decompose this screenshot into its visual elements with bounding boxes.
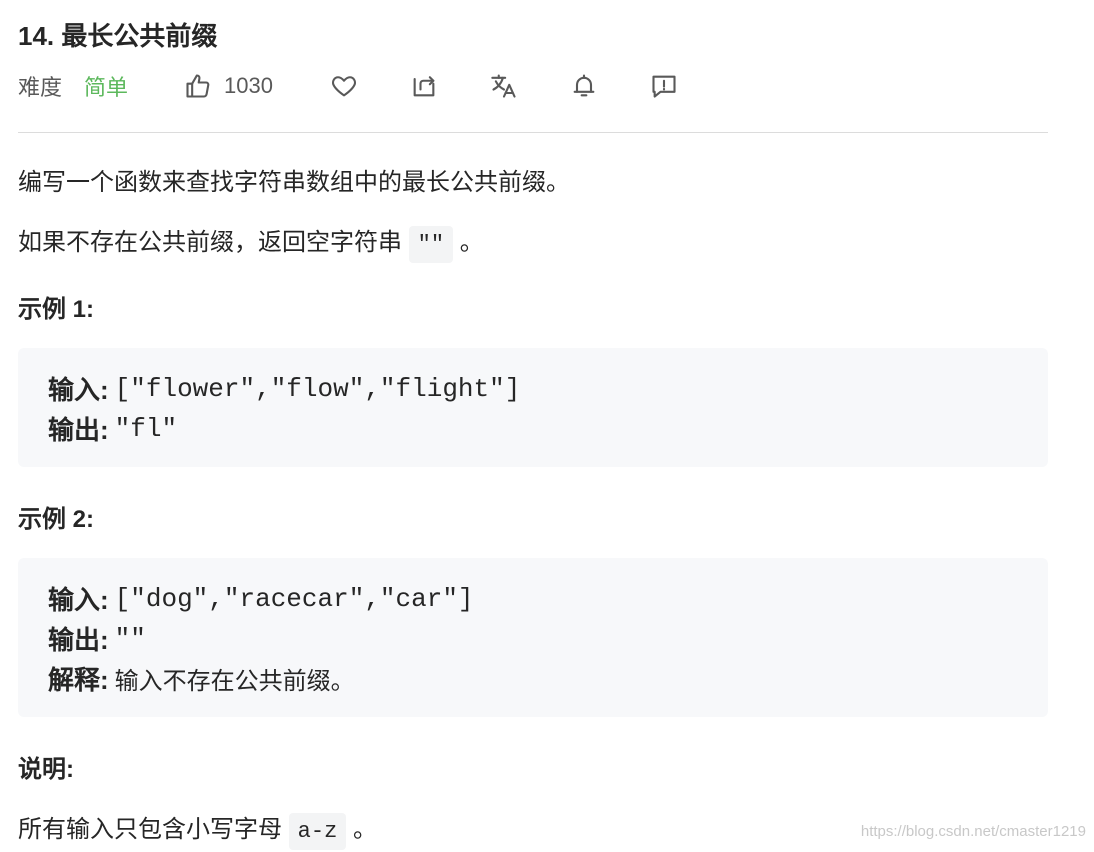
- heart-icon: [331, 76, 357, 97]
- example-1-input-line: 输入: ["flower","flow","flight"]: [48, 370, 520, 407]
- subscribe-button[interactable]: [570, 68, 598, 104]
- example-2-explain-line: 解释: 输入不存在公共前缀。: [48, 660, 355, 697]
- share-button[interactable]: [410, 68, 438, 104]
- note-heading: 说明:: [18, 756, 74, 783]
- note-line: 所有输入只包含小写字母 a-z 。: [18, 809, 377, 850]
- example-1-input-label: 输入:: [48, 375, 109, 405]
- example-2-output-line: 输出: "": [48, 620, 146, 657]
- example-2-explain-value: 输入不存在公共前缀。: [114, 668, 355, 695]
- example-2-input-line: 输入: ["dog","racecar","car"]: [48, 580, 474, 617]
- feedback-button[interactable]: [650, 68, 678, 104]
- divider: [18, 132, 1048, 133]
- example-2-explain-label: 解释:: [48, 665, 109, 695]
- example-2-input-value: ["dog","racecar","car"]: [114, 583, 474, 614]
- note-text: 所有输入只包含小写字母: [18, 816, 282, 843]
- example-2-output-label: 输出:: [48, 625, 109, 655]
- example-1-heading: 示例 1:: [18, 296, 95, 323]
- bell-icon: [573, 74, 595, 97]
- example-1-output-line: 输出: "fl": [48, 410, 177, 447]
- example-1-code-block: 输入: ["flower","flow","flight"] 输出: "fl": [18, 348, 1048, 467]
- example-1-input-value: ["flower","flow","flight"]: [114, 373, 521, 404]
- note-end: 。: [352, 816, 377, 843]
- share-icon: [413, 76, 435, 97]
- problem-title: 14. 最长公共前缀: [18, 21, 218, 51]
- problem-meta-bar: 难度 简单 1030: [18, 68, 1048, 104]
- example-1-output-label: 输出:: [48, 415, 109, 445]
- watermark: https://blog.csdn.net/cmaster1219: [860, 823, 1086, 840]
- example-2-output-value: "": [114, 623, 146, 654]
- example-1-output-value: "fl": [114, 413, 178, 444]
- like-button[interactable]: 1030: [184, 68, 273, 104]
- note-code: a-z: [288, 813, 347, 850]
- favorite-button[interactable]: [330, 68, 358, 104]
- difficulty: 难度 简单: [18, 68, 128, 104]
- empty-string-code: "": [408, 226, 454, 263]
- like-count: 1030: [224, 73, 273, 98]
- description-line-2: 如果不存在公共前缀，返回空字符串 "" 。: [18, 222, 484, 263]
- description-line-2-end: 。: [459, 229, 484, 256]
- feedback-icon: [652, 75, 676, 98]
- translate-icon: [491, 74, 516, 98]
- example-2-code-block: 输入: ["dog","racecar","car"] 输出: "" 解释: 输…: [18, 558, 1048, 717]
- thumbs-up-icon: [186, 74, 210, 98]
- difficulty-label: 难度: [18, 75, 63, 100]
- example-2-input-label: 输入:: [48, 585, 109, 615]
- translate-button[interactable]: [490, 68, 518, 104]
- description-line-1: 编写一个函数来查找字符串数组中的最长公共前缀。: [18, 169, 570, 196]
- description-line-2-text: 如果不存在公共前缀，返回空字符串: [18, 229, 402, 256]
- example-2-heading: 示例 2:: [18, 506, 95, 533]
- difficulty-badge: 简单: [84, 75, 129, 100]
